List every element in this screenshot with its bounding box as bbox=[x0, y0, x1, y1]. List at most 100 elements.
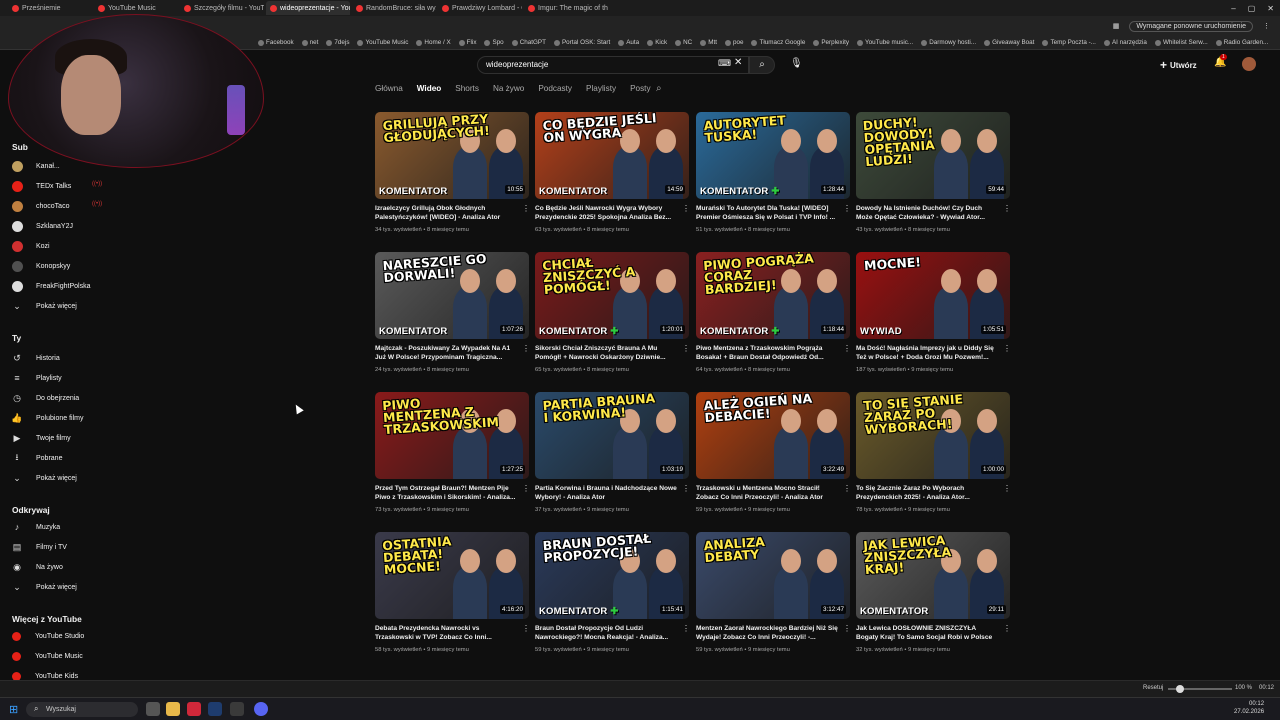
more-options-icon[interactable]: ⋮ bbox=[522, 624, 530, 633]
bookmark-item[interactable]: Mtt bbox=[700, 39, 717, 46]
bookmark-item[interactable]: YouTube music... bbox=[857, 39, 913, 46]
bookmark-item[interactable]: YouTube Music bbox=[357, 39, 408, 46]
menu-icon[interactable]: ⋮ bbox=[1263, 22, 1270, 30]
video-title[interactable]: Majtczak - Poszukiwany Za Wypadek Na A1 … bbox=[375, 344, 517, 362]
bookmark-item[interactable]: Spo bbox=[484, 39, 504, 46]
video-card[interactable]: Autorytet Tuska! KOMENTATOR ✚ 1:28:44 Murań… bbox=[696, 112, 851, 236]
video-card[interactable]: Duchy! Dowody! Opętania ludzi! 59:44 Dowod… bbox=[856, 112, 1011, 236]
video-title[interactable]: Piwo Mentzena z Trzaskowskim Pogrąża Bos… bbox=[696, 344, 838, 362]
search-button[interactable]: ⌕ bbox=[749, 56, 775, 74]
clear-search-icon[interactable]: ✕ bbox=[734, 57, 742, 68]
channel-search-icon[interactable]: ⌕ bbox=[656, 83, 662, 94]
video-thumbnail[interactable]: Nareszcie go dorwali! KOMENTATOR 1:07:26 bbox=[375, 252, 529, 339]
video-title[interactable]: Murański To Autorytet Dla Tuska! [WIDEO]… bbox=[696, 204, 838, 222]
minimize-icon[interactable]: – bbox=[1231, 4, 1235, 13]
more-options-icon[interactable]: ⋮ bbox=[843, 344, 851, 353]
steam-icon[interactable] bbox=[208, 702, 222, 716]
video-thumbnail[interactable]: Autorytet Tuska! KOMENTATOR ✚ 1:28:44 bbox=[696, 112, 850, 199]
browser-tab[interactable]: RandomBruce: siła wyższa bbox=[352, 1, 436, 15]
sidebar-item[interactable]: ▤ Filmy i TV bbox=[12, 541, 67, 553]
channel-tab[interactable]: Podcasty bbox=[538, 84, 572, 98]
video-card[interactable]: Co będzie jeśli on wygra KOMENTATOR 14:59 C… bbox=[535, 112, 690, 236]
video-thumbnail[interactable]: Partia Brauna i Korwina! 1:03:19 bbox=[535, 392, 689, 479]
video-title[interactable]: Ma Dość! Nagłaśnia Imprezy jak u Diddy S… bbox=[856, 344, 998, 362]
video-thumbnail[interactable]: Piwo Mentzena z Trzaskowskim 1:27:25 bbox=[375, 392, 529, 479]
zoom-reset[interactable]: Resetuj bbox=[1143, 685, 1163, 691]
sidebar-item[interactable]: YouTube Music bbox=[12, 650, 83, 662]
sidebar-subscription-item[interactable]: chocoTaco bbox=[12, 200, 69, 212]
channel-tab[interactable]: Na żywo bbox=[493, 84, 524, 98]
more-options-icon[interactable]: ⋮ bbox=[682, 204, 690, 213]
bookmark-item[interactable]: Temp Poczta -... bbox=[1042, 39, 1096, 46]
sidebar-item[interactable]: YouTube Studio bbox=[12, 630, 84, 642]
video-title[interactable]: Braun Dostał Propozycje Od Ludzi Nawrock… bbox=[535, 624, 677, 642]
more-options-icon[interactable]: ⋮ bbox=[1003, 344, 1011, 353]
extensions-icon[interactable]: ▦ bbox=[1113, 22, 1120, 30]
video-card[interactable]: Mocne! WYWIAD 1:05:51 Ma Dość! Nagłaśnia Im… bbox=[856, 252, 1011, 376]
notifications-icon[interactable]: 🔔 1 bbox=[1214, 54, 1227, 68]
bookmark-item[interactable]: Tłumacz Google bbox=[751, 39, 805, 46]
video-card[interactable]: Nareszcie go dorwali! KOMENTATOR 1:07:26 Ma… bbox=[375, 252, 530, 376]
more-options-icon[interactable]: ⋮ bbox=[522, 484, 530, 493]
video-card[interactable]: Analiza debaty 3:12:47 Mentzen Zaorał Nawr… bbox=[696, 532, 851, 656]
video-title[interactable]: Jak Lewica DOSŁOWNIE ZNISZCZYŁA Bogaty K… bbox=[856, 624, 998, 642]
more-from-youtube-heading[interactable]: Więcej z YouTube bbox=[12, 614, 82, 624]
sidebar-item[interactable]: ◉ Na żywo bbox=[12, 561, 63, 573]
video-thumbnail[interactable]: Analiza debaty 3:12:47 bbox=[696, 532, 850, 619]
video-thumbnail[interactable]: Jak lewica zniszczyła kraj! KOMENTATOR 29:… bbox=[856, 532, 1010, 619]
more-options-icon[interactable]: ⋮ bbox=[682, 344, 690, 353]
sidebar-subscription-item[interactable]: TEDx Talks bbox=[12, 180, 71, 192]
explore-heading[interactable]: Odkrywaj bbox=[12, 505, 50, 515]
more-options-icon[interactable]: ⋮ bbox=[843, 484, 851, 493]
vivaldi-browser-icon[interactable] bbox=[187, 702, 201, 716]
bookmark-item[interactable]: Radio Garden... bbox=[1215, 39, 1268, 46]
channel-tab[interactable]: Shorts bbox=[455, 84, 479, 98]
channel-tab[interactable]: Wideo bbox=[417, 84, 442, 98]
sidebar-subscription-item[interactable]: FreakFightPolska bbox=[12, 280, 90, 292]
video-thumbnail[interactable]: Mocne! WYWIAD 1:05:51 bbox=[856, 252, 1010, 339]
taskbar-search-input[interactable]: Wyszukaj bbox=[26, 702, 138, 717]
sidebar-item[interactable]: ↺ Historia bbox=[12, 352, 60, 364]
sidebar-show-more[interactable]: ⌄ Pokaż więcej bbox=[12, 300, 77, 312]
video-thumbnail[interactable]: Braun dostał propozycje! KOMENTATOR ✚ 1:15… bbox=[535, 532, 689, 619]
bookmark-item[interactable]: AI narzędzia bbox=[1103, 39, 1147, 46]
video-thumbnail[interactable]: Duchy! Dowody! Opętania ludzi! 59:44 bbox=[856, 112, 1010, 199]
video-card[interactable]: Grillują przy głodujących! KOMENTATOR 10:5… bbox=[375, 112, 530, 236]
more-options-icon[interactable]: ⋮ bbox=[1003, 484, 1011, 493]
taskbar-clock[interactable]: 00:12 27.02.2026 bbox=[1234, 700, 1264, 716]
sidebar-item[interactable]: ◷ Do obejrzenia bbox=[12, 392, 79, 404]
windows-start-icon[interactable]: ⊞ bbox=[9, 703, 18, 716]
video-thumbnail[interactable]: To się stanie zaraz po wyborach! 1:00:00 bbox=[856, 392, 1010, 479]
video-card[interactable]: Chciał zniszczyć a pomógł! KOMENTATOR ✚ 1:… bbox=[535, 252, 690, 376]
create-button[interactable]: + Utwórz bbox=[1160, 58, 1197, 72]
sidebar-item[interactable]: ♪ Muzyka bbox=[12, 521, 60, 533]
browser-tab[interactable]: Imgur: The magic of the Int... bbox=[524, 1, 608, 15]
sidebar-subscription-item[interactable]: Konopskyy bbox=[12, 260, 70, 272]
video-card[interactable]: Piwo pogrąża coraz bardziej! KOMENTATOR ✚… bbox=[696, 252, 851, 376]
avatar[interactable] bbox=[1242, 57, 1256, 71]
video-card[interactable]: Piwo Mentzena z Trzaskowskim 1:27:25 Przed… bbox=[375, 392, 530, 516]
video-title[interactable]: Dowody Na Istnienie Duchów! Czy Duch Moż… bbox=[856, 204, 998, 222]
browser-tab[interactable]: Prześniemie bbox=[8, 1, 92, 15]
bookmark-item[interactable]: 7dejs bbox=[326, 39, 349, 46]
video-thumbnail[interactable]: Ostatnia debata! Mocne! 4:16:20 bbox=[375, 532, 529, 619]
more-options-icon[interactable]: ⋮ bbox=[522, 344, 530, 353]
search-input[interactable]: wideoprezentacje bbox=[477, 56, 749, 74]
more-options-icon[interactable]: ⋮ bbox=[682, 484, 690, 493]
bookmark-item[interactable]: Whitelist Serw... bbox=[1154, 39, 1208, 46]
channel-tab[interactable]: Playlisty bbox=[586, 84, 616, 98]
microphone-icon[interactable]: 🎙 bbox=[790, 58, 803, 69]
video-thumbnail[interactable]: Grillują przy głodujących! KOMENTATOR 10:5… bbox=[375, 112, 529, 199]
file-explorer-icon[interactable] bbox=[166, 702, 180, 716]
restart-notice[interactable]: Wymagane ponowne uruchomienie bbox=[1129, 20, 1253, 32]
video-card[interactable]: Ależ ogień na debacie! 3:22:49 Trzaskowski… bbox=[696, 392, 851, 516]
video-title[interactable]: Sikorski Chciał Zniszczyć Brauna A Mu Po… bbox=[535, 344, 677, 362]
video-card[interactable]: Partia Brauna i Korwina! 1:03:19 Partia Ko… bbox=[535, 392, 690, 516]
you-heading[interactable]: Ty bbox=[12, 333, 21, 343]
zoom-slider[interactable] bbox=[1168, 685, 1232, 693]
sidebar-item[interactable]: ▶ Twoje filmy bbox=[12, 432, 71, 444]
video-title[interactable]: Debata Prezydencka Nawrocki vs Trzaskows… bbox=[375, 624, 517, 642]
video-title[interactable]: Partia Korwina i Brauna i Nadchodzące No… bbox=[535, 484, 677, 502]
video-thumbnail[interactable]: Chciał zniszczyć a pomógł! KOMENTATOR ✚ 1:… bbox=[535, 252, 689, 339]
video-title[interactable]: Trzaskowski u Mentzena Mocno Stracił! Zo… bbox=[696, 484, 838, 502]
